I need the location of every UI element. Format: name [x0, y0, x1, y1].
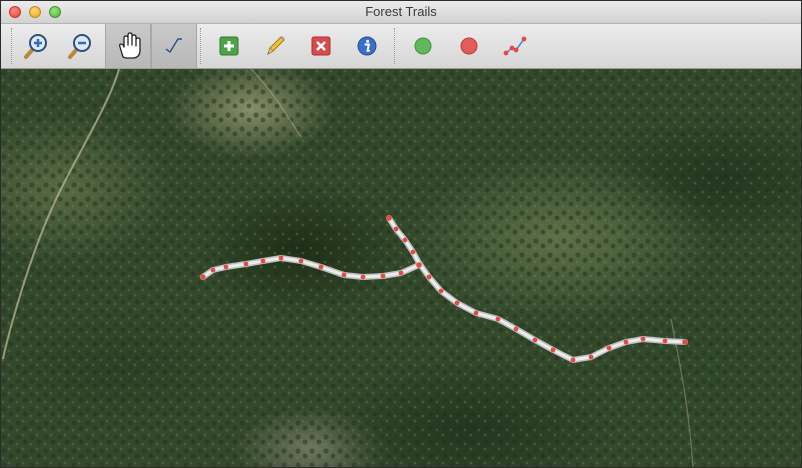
trail-vertex[interactable] — [260, 258, 266, 264]
toolbar-separator — [11, 28, 12, 64]
trail-vertex[interactable] — [341, 272, 347, 278]
trail-vertex[interactable] — [243, 261, 249, 267]
toolbar — [1, 24, 801, 69]
trail-vertex[interactable] — [200, 274, 206, 280]
trail-vertex[interactable] — [454, 300, 460, 306]
pan-tool-button[interactable] — [105, 24, 151, 68]
forest-texture — [1, 69, 801, 467]
green-point-button[interactable] — [406, 28, 440, 64]
trail-vertex[interactable] — [532, 337, 538, 343]
red-dot-icon — [460, 37, 478, 55]
toolbar-separator — [394, 28, 395, 64]
trail-vertex[interactable] — [495, 316, 501, 322]
window-title: Forest Trails — [365, 4, 437, 19]
trail-vertex[interactable] — [410, 249, 416, 255]
trail-vertex[interactable] — [570, 357, 576, 363]
trail-vertex[interactable] — [278, 255, 284, 261]
green-dot-icon — [414, 37, 432, 55]
zoom-out-icon — [68, 34, 91, 59]
trail-vertex[interactable] — [402, 237, 408, 243]
zoom-in-icon — [24, 34, 47, 59]
zoom-out-button[interactable] — [63, 28, 97, 64]
trail-vertex[interactable] — [606, 345, 612, 351]
info-button[interactable] — [350, 28, 384, 64]
zoom-in-button[interactable] — [19, 28, 53, 64]
edit-button[interactable] — [258, 28, 292, 64]
satellite-map-canvas[interactable] — [1, 69, 801, 467]
trail-vertex[interactable] — [662, 338, 668, 344]
trail-vertex[interactable] — [318, 264, 324, 270]
map-overlay — [1, 69, 801, 467]
trail-vertex[interactable] — [640, 336, 646, 342]
trail-vertex[interactable] — [513, 326, 519, 332]
app-window: Forest Trails — [0, 0, 802, 468]
trail-vertex[interactable] — [623, 339, 629, 345]
edit-vertices-button[interactable] — [498, 28, 532, 64]
delete-button[interactable] — [304, 28, 338, 64]
title-bar[interactable]: Forest Trails — [1, 1, 801, 24]
info-icon — [357, 36, 377, 56]
trail-vertex[interactable] — [398, 270, 404, 276]
add-button[interactable] — [212, 28, 246, 64]
delete-icon — [311, 36, 331, 56]
trail-vertex[interactable] — [393, 226, 399, 232]
trail-vertex[interactable] — [588, 354, 594, 360]
trail-vertex[interactable] — [223, 264, 229, 270]
red-point-button[interactable] — [452, 28, 486, 64]
trail-vertex[interactable] — [380, 273, 386, 279]
trail-vertex[interactable] — [426, 274, 432, 280]
draw-trail-icon — [165, 38, 182, 54]
trail-vertex[interactable] — [682, 339, 688, 345]
trail-vertex[interactable] — [386, 215, 392, 221]
toolbar-separator — [200, 28, 201, 64]
trail-vertex[interactable] — [438, 288, 444, 294]
edit-vertices-icon — [503, 36, 527, 56]
draw-trail-button[interactable] — [151, 24, 197, 68]
trail-vertex[interactable] — [416, 262, 422, 268]
add-icon — [219, 36, 239, 56]
pan-hand-icon — [119, 32, 141, 59]
trail-vertex[interactable] — [360, 274, 366, 280]
trail-vertex[interactable] — [473, 310, 479, 316]
pencil-icon — [267, 36, 285, 56]
trail-vertex[interactable] — [210, 267, 216, 273]
trail-vertex[interactable] — [298, 258, 304, 264]
trail-vertex[interactable] — [550, 347, 556, 353]
